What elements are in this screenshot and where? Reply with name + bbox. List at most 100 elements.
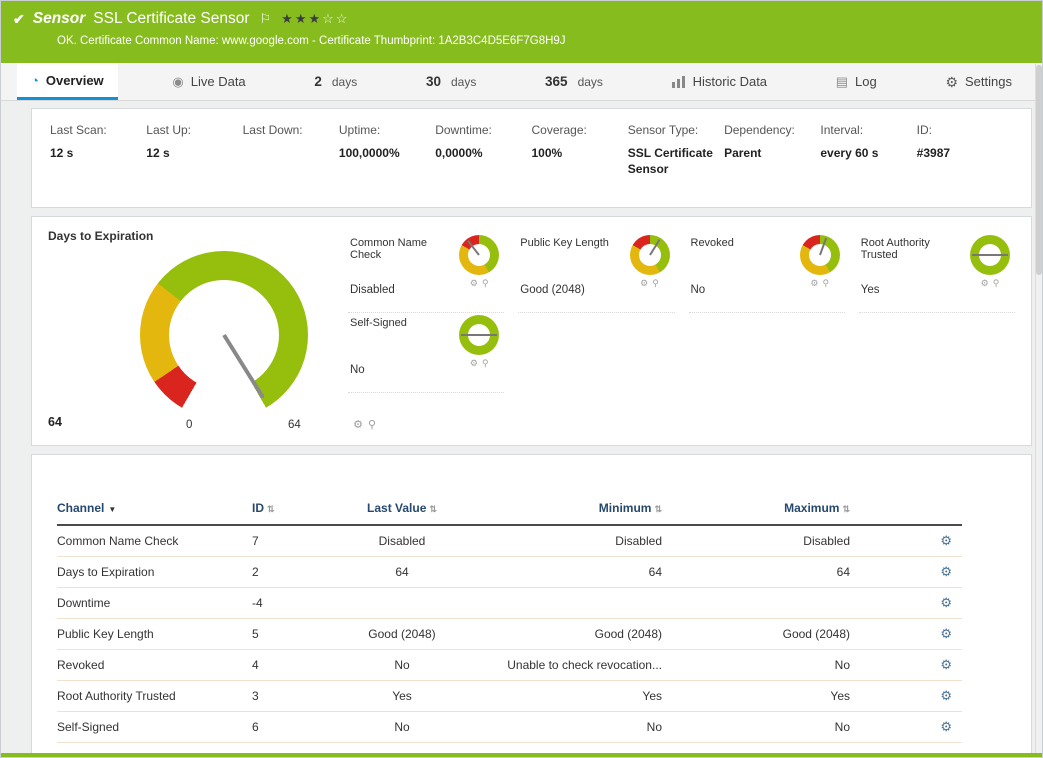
tab-365-days[interactable]: 365 days xyxy=(531,63,617,100)
gauge-arc xyxy=(459,315,499,355)
gauges-panel: Days to Expiration 64 0 64 ⚙ ⚲ Common Na… xyxy=(31,216,1032,446)
channel-minimum: Yes xyxy=(457,680,670,711)
pin-icon[interactable]: ⚲ xyxy=(822,278,829,289)
info-label: Dependency: xyxy=(724,123,810,137)
channel-last-value: Good (2048) xyxy=(347,618,457,649)
channel-name[interactable]: Downtime xyxy=(57,587,252,618)
sort-icon: ⇅ xyxy=(842,504,850,514)
column-header-maximum[interactable]: Maximum⇅ xyxy=(670,495,858,525)
pin-icon[interactable]: ⚲ xyxy=(368,418,376,431)
small-gauge-title: Revoked xyxy=(691,237,734,249)
gauge-arc xyxy=(459,235,499,275)
channel-minimum: Good (2048) xyxy=(457,618,670,649)
info-label: ID: xyxy=(917,123,1003,137)
channel-name[interactable]: Root Authority Trusted xyxy=(57,680,252,711)
gauge-needle-icon xyxy=(649,239,660,255)
tab-days-number: 2 xyxy=(314,74,322,89)
channel-name[interactable]: Revoked xyxy=(57,649,252,680)
channel-last-value: Yes xyxy=(347,680,457,711)
gauge-needle-icon xyxy=(461,334,497,336)
channel-settings-icon[interactable]: ⚙ xyxy=(858,649,962,680)
gauge-needle-icon xyxy=(467,240,480,255)
scrollbar[interactable] xyxy=(1035,63,1042,753)
info-value: 0,0000% xyxy=(435,145,521,161)
object-kind-label: Sensor xyxy=(33,10,86,28)
gear-icon[interactable]: ⚙ xyxy=(810,278,818,289)
gear-icon[interactable]: ⚙ xyxy=(353,418,363,431)
gear-icon[interactable]: ⚙ xyxy=(640,278,648,289)
tab-30-days[interactable]: 30 days xyxy=(412,63,490,100)
star-empty-icon[interactable]: ☆ xyxy=(336,11,350,26)
channel-minimum xyxy=(457,587,670,618)
channel-id: 6 xyxy=(252,711,347,742)
channel-settings-icon[interactable]: ⚙ xyxy=(858,525,962,556)
scrollbar-thumb[interactable] xyxy=(1036,65,1042,275)
small-gauge-text: Self-Signed No xyxy=(350,315,407,386)
tab-label: Settings xyxy=(965,74,1012,89)
star-filled-icon[interactable]: ★ xyxy=(295,11,309,26)
tab-2-days[interactable]: 2 days xyxy=(300,63,371,100)
gear-icon[interactable]: ⚙ xyxy=(470,278,478,289)
page-title: SSL Certificate Sensor xyxy=(93,10,249,28)
info-value: Parent xyxy=(724,145,810,161)
pin-icon[interactable]: ⚲ xyxy=(652,278,659,289)
column-header-channel[interactable]: Channel ▼ xyxy=(57,495,252,525)
info-id: ID: #3987 xyxy=(917,123,1013,193)
pin-icon[interactable]: ⚲ xyxy=(993,278,1000,289)
info-interval: Interval: every 60 s xyxy=(820,123,916,193)
column-header-last-value[interactable]: Last Value⇅ xyxy=(347,495,457,525)
channel-maximum: 64 xyxy=(670,556,858,587)
log-list-icon: ▤ xyxy=(836,75,848,88)
small-gauge-title: Common Name Check xyxy=(350,237,456,261)
channel-settings-icon[interactable]: ⚙ xyxy=(858,711,962,742)
tab-days-number: 365 xyxy=(545,74,568,89)
gear-icon: ⚙ xyxy=(945,75,958,89)
page-body: Last Scan: 12 s Last Up: 12 s Last Down:… xyxy=(1,101,1042,755)
info-value: 100,0000% xyxy=(339,145,425,161)
tab-historic-data[interactable]: Historic Data xyxy=(658,63,781,100)
column-label: Channel xyxy=(57,501,104,515)
tab-overview[interactable]: ◔ Overview xyxy=(17,63,118,100)
channel-settings-icon[interactable]: ⚙ xyxy=(858,556,962,587)
channels-table: Channel▼ ID⇅ Last Value⇅ Minimum⇅ Maximu xyxy=(57,495,962,743)
tab-days-number: 30 xyxy=(426,74,441,89)
table-row: Self-Signed 6 No No No ⚙ xyxy=(57,711,962,742)
info-value: 12 s xyxy=(146,145,232,161)
gauge-needle-icon xyxy=(222,334,265,399)
channel-id: 7 xyxy=(252,525,347,556)
star-filled-icon[interactable]: ★ xyxy=(281,11,295,26)
gear-icon[interactable]: ⚙ xyxy=(470,358,478,369)
bottom-accent-bar xyxy=(1,753,1042,757)
channel-name[interactable]: Public Key Length xyxy=(57,618,252,649)
channel-name[interactable]: Days to Expiration xyxy=(57,556,252,587)
flag-icon[interactable]: ⚐ xyxy=(260,11,272,27)
small-gauge-widget: ⚙ ⚲ xyxy=(456,315,502,386)
pin-icon[interactable]: ⚲ xyxy=(482,358,489,369)
gear-icon[interactable]: ⚙ xyxy=(981,278,989,289)
channel-name[interactable]: Common Name Check xyxy=(57,525,252,556)
tab-log[interactable]: ▤ Log xyxy=(822,63,891,100)
pin-icon[interactable]: ⚲ xyxy=(482,278,489,289)
sort-desc-icon: ▼ xyxy=(108,505,116,514)
info-last-scan: Last Scan: 12 s xyxy=(50,123,146,193)
priority-stars[interactable]: ★★★☆☆ xyxy=(281,11,349,27)
column-header-id[interactable]: ID⇅ xyxy=(252,495,347,525)
channel-last-value: Disabled xyxy=(347,525,457,556)
small-gauge-root-authority-trusted: Root Authority Trusted Yes ⚙ ⚲ xyxy=(859,233,1015,313)
star-filled-icon[interactable]: ★ xyxy=(308,11,322,26)
channel-settings-icon[interactable]: ⚙ xyxy=(858,618,962,649)
small-gauge-text: Public Key Length Good (2048) xyxy=(520,235,609,306)
tab-settings[interactable]: ⚙ Settings xyxy=(931,63,1026,100)
channel-settings-icon[interactable]: ⚙ xyxy=(858,680,962,711)
column-header-minimum[interactable]: Minimum⇅ xyxy=(457,495,670,525)
small-gauge-widget: ⚙ ⚲ xyxy=(627,235,673,306)
channel-maximum: No xyxy=(670,649,858,680)
gauge-arc xyxy=(800,235,840,275)
bar-chart-icon xyxy=(672,76,686,88)
channel-settings-icon[interactable]: ⚙ xyxy=(858,587,962,618)
column-label: ID xyxy=(252,501,264,515)
channel-name[interactable]: Self-Signed xyxy=(57,711,252,742)
tab-label: Log xyxy=(855,74,877,89)
tab-live-data[interactable]: ◉ Live Data xyxy=(158,63,259,100)
star-empty-icon[interactable]: ☆ xyxy=(322,11,336,26)
